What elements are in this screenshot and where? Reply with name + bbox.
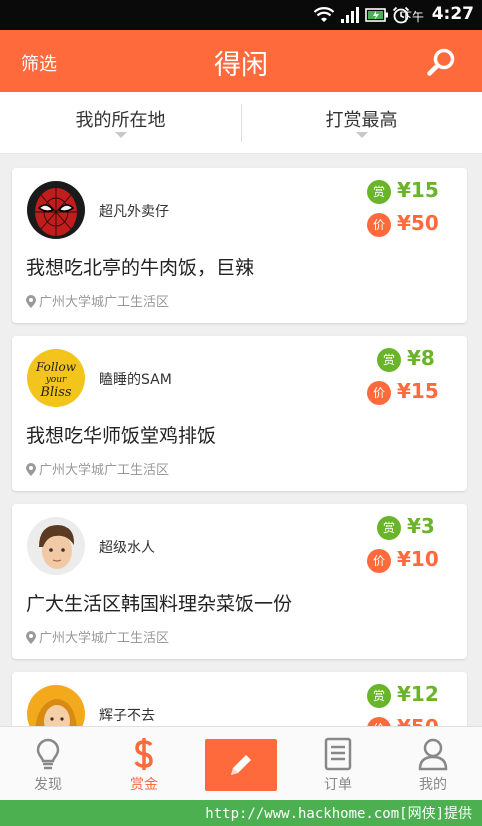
username[interactable]: 辉子不去	[99, 705, 155, 725]
reward-amount: ¥12	[397, 682, 439, 706]
reward-row: 赏 ¥12	[367, 682, 447, 710]
price-row: 价 ¥10	[367, 547, 447, 575]
nav-profile[interactable]: 我的	[385, 727, 481, 800]
avatar-text: Bliss	[39, 385, 72, 400]
nav-label: 赏金	[130, 777, 158, 793]
nav-label: 订单	[324, 777, 352, 793]
price-badge: 价	[367, 381, 391, 405]
location-text: 广州大学城广工生活区	[39, 295, 170, 310]
username[interactable]: 超级水人	[99, 537, 155, 557]
nav-label: 我的	[419, 777, 447, 793]
page-title: 得闲	[214, 50, 268, 81]
girl-avatar-icon	[27, 685, 85, 726]
post-list[interactable]: 超凡外卖仔 赏 ¥15 价 ¥50 我想吃北亭的牛肉饭，巨辣 广州大学城广工生活…	[0, 154, 482, 726]
reward-row: 赏 ¥8	[377, 346, 447, 374]
pencil-icon	[231, 755, 251, 775]
reward-badge: 赏	[377, 348, 401, 372]
location-pin-icon	[26, 295, 36, 308]
follow-your-bliss-avatar-icon: Follow your Bliss	[27, 349, 85, 407]
chevron-down-icon	[114, 132, 127, 138]
reward-amount: ¥3	[407, 514, 435, 538]
location-text: 广州大学城广工生活区	[39, 463, 170, 478]
avatar[interactable]	[27, 685, 85, 726]
clock-time: 4:27	[431, 4, 474, 24]
chevron-down-icon	[355, 132, 368, 138]
tab-highest-reward[interactable]: 打赏最高	[241, 92, 482, 154]
app-screen: 下午 4:27 筛选 得闲 我的所在地 打赏最高 超凡外卖仔 赏 ¥15 价 ¥…	[0, 0, 482, 800]
lightbulb-icon	[36, 738, 60, 770]
tab-label: 我的所在地	[75, 110, 166, 131]
reward-badge: 赏	[367, 684, 391, 708]
watermark-bar: http://www.hackhome.com[网侠]提供	[0, 800, 482, 826]
search-icon[interactable]	[426, 47, 456, 77]
post-card[interactable]: 超凡外卖仔 赏 ¥15 价 ¥50 我想吃北亭的牛肉饭，巨辣 广州大学城广工生活…	[12, 168, 467, 323]
reward-row: 赏 ¥3	[377, 514, 447, 542]
post-location: 广州大学城广工生活区	[26, 627, 169, 646]
location-pin-icon	[26, 463, 36, 476]
price-row: 价 ¥15	[367, 379, 447, 407]
post-title[interactable]: 我想吃北亭的牛肉饭，巨辣	[26, 253, 254, 280]
bottom-nav: 发现 赏金 订单 我的	[0, 726, 482, 800]
reward-row: 赏 ¥15	[367, 178, 447, 206]
price-badge: 价	[367, 717, 391, 726]
avatar[interactable]: Follow your Bliss	[27, 349, 85, 407]
watermark-text: http://www.hackhome.com[网侠]提供	[205, 806, 472, 822]
post-card[interactable]: 辉子不去 赏 ¥12 价 ¥50	[12, 672, 467, 726]
reward-amount: ¥15	[397, 178, 439, 202]
order-list-icon	[324, 737, 352, 771]
nav-orders[interactable]: 订单	[290, 727, 386, 800]
avatar[interactable]	[27, 517, 85, 575]
tab-label: 打赏最高	[325, 110, 398, 131]
status-bar: 下午 4:27	[0, 0, 482, 30]
post-location: 广州大学城广工生活区	[26, 459, 169, 478]
username[interactable]: 瞌睡的SAM	[99, 369, 172, 389]
price-amount: ¥50	[397, 211, 439, 235]
price-badge: 价	[367, 549, 391, 573]
avatar-text: your	[45, 375, 67, 385]
post-title[interactable]: 广大生活区韩国料理杂菜饭一份	[26, 589, 292, 616]
spiderman-avatar-icon	[27, 181, 85, 239]
post-location: 广州大学城广工生活区	[26, 291, 169, 310]
signal-icon	[341, 7, 359, 23]
price-row: 价 ¥50	[367, 211, 447, 239]
post-card[interactable]: 超级水人 赏 ¥3 价 ¥10 广大生活区韩国料理杂菜饭一份 广州大学城广工生活…	[12, 504, 467, 659]
reward-amount: ¥8	[407, 346, 435, 370]
price-amount: ¥10	[397, 547, 439, 571]
price-amount: ¥15	[397, 379, 439, 403]
user-icon	[418, 738, 448, 771]
compose-button[interactable]	[205, 739, 277, 791]
app-header: 筛选 得闲	[0, 30, 482, 92]
nav-discover[interactable]: 发现	[0, 727, 96, 800]
price-badge: 价	[367, 213, 391, 237]
location-text: 广州大学城广工生活区	[39, 631, 170, 646]
boy-avatar-icon	[27, 517, 85, 575]
filter-tabs: 我的所在地 打赏最高	[0, 92, 482, 154]
price-amount: ¥50	[397, 715, 439, 726]
location-pin-icon	[26, 631, 36, 644]
avatar-text: Follow	[35, 360, 77, 374]
reward-badge: 赏	[377, 516, 401, 540]
username[interactable]: 超凡外卖仔	[99, 201, 169, 221]
time-period: 下午	[399, 10, 424, 24]
tab-my-location[interactable]: 我的所在地	[0, 92, 241, 154]
reward-badge: 赏	[367, 180, 391, 204]
post-title[interactable]: 我想吃华师饭堂鸡排饭	[26, 421, 216, 448]
post-card[interactable]: Follow your Bliss 瞌睡的SAM 赏 ¥8 价 ¥15 我想吃华…	[12, 336, 467, 491]
nav-label: 发现	[34, 777, 62, 793]
nav-bounty[interactable]: 赏金	[96, 727, 192, 800]
wifi-icon	[313, 7, 335, 22]
avatar[interactable]	[27, 181, 85, 239]
dollar-icon	[134, 738, 153, 770]
price-row: 价 ¥50	[367, 715, 447, 726]
battery-icon	[365, 8, 388, 22]
